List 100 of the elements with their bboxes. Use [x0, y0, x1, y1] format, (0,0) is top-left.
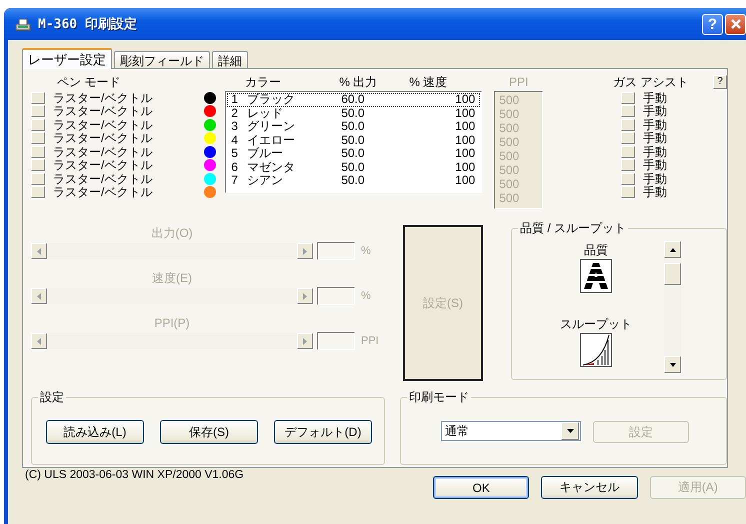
printer-icon: [14, 16, 32, 32]
left-arrow-icon: [37, 338, 41, 344]
value-field[interactable]: [317, 242, 355, 260]
right-arrow-icon: [303, 292, 307, 300]
pen-number: 1: [231, 94, 239, 106]
group-title: 設定: [38, 389, 66, 406]
tab[interactable]: レーザー設定: [22, 48, 112, 69]
value-field[interactable]: [317, 332, 355, 350]
left-arrow-icon: [37, 292, 41, 300]
unit-label: PPI: [361, 335, 379, 347]
output-value: 50.0: [341, 175, 366, 186]
gas-assist-label: 手動: [643, 105, 668, 118]
ppi-value: 500: [499, 191, 520, 205]
settings-action-button[interactable]: デフォルト(D): [274, 420, 372, 444]
toggle-button[interactable]: [31, 146, 45, 158]
color-name: マゼンタ: [247, 162, 296, 173]
close-icon: [730, 18, 742, 30]
output-value: 60.0: [341, 94, 366, 106]
toggle-button[interactable]: [621, 172, 636, 185]
speed-value: 100: [454, 121, 476, 132]
ppi-value: 500: [499, 149, 520, 163]
speed-value: 100: [454, 108, 476, 119]
pen-mode-label: ラスター/ベクトル: [53, 146, 152, 158]
throughput-label: スループット: [560, 316, 632, 333]
column-header: % 速度: [409, 75, 448, 91]
list-row[interactable]: 2 レッド 50.0 100: [227, 106, 480, 120]
toggle-button[interactable]: [621, 118, 636, 131]
ppi-value: 500: [499, 135, 520, 149]
ppi-value: 500: [499, 163, 520, 177]
scroll-thumb[interactable]: [664, 263, 681, 285]
color-name: レッド: [247, 108, 284, 119]
value-field[interactable]: [317, 287, 355, 305]
speed-value: 100: [454, 148, 476, 160]
list-row[interactable]: 3 グリーン 50.0 100: [227, 120, 480, 134]
group-title: 品質 / スループット: [518, 220, 628, 237]
scrollbar[interactable]: [664, 241, 681, 373]
close-button[interactable]: [725, 14, 746, 34]
toggle-button[interactable]: [31, 118, 45, 131]
toggle-button[interactable]: [621, 159, 636, 172]
gas-assist-label: 手動: [643, 118, 668, 131]
list-row[interactable]: 4 イエロー 50.0 100: [227, 134, 480, 147]
gas-assist-label: 手動: [643, 146, 668, 158]
output-value: 50.0: [341, 134, 366, 146]
column-header: % 出力: [339, 75, 378, 91]
dialog-button[interactable]: キャンセル: [541, 476, 638, 499]
tab[interactable]: 詳細: [212, 51, 248, 68]
dropdown-value: 通常: [444, 422, 470, 440]
right-arrow-icon: [303, 248, 307, 254]
tab[interactable]: 彫刻フィールド: [114, 51, 210, 68]
ppi-value: 500: [499, 121, 520, 135]
print-mode-dropdown[interactable]: 通常: [441, 421, 582, 441]
output-value: 50.0: [341, 121, 366, 132]
list-row[interactable]: 7 シアン 50.0 100: [227, 174, 480, 188]
list-row[interactable]: 6 マゼンタ 50.0 100: [227, 160, 480, 174]
pen-number: 6: [231, 162, 239, 173]
color-name: ブルー: [247, 148, 284, 160]
gas-assist-label: 手動: [643, 132, 668, 144]
toggle-button[interactable]: [621, 92, 636, 104]
down-arrow-icon: [670, 362, 676, 366]
color-name: グリーン: [247, 121, 296, 132]
slider-label: 速度(E): [151, 270, 193, 287]
settings-action-button[interactable]: 保存(S): [160, 420, 258, 444]
unit-label: %: [361, 290, 371, 302]
pen-number: 3: [231, 121, 239, 132]
toggle-button[interactable]: [31, 92, 45, 104]
column-header: PPI: [508, 75, 530, 91]
gas-assist-label: 手動: [643, 186, 668, 198]
dialog-button[interactable]: OK: [433, 476, 530, 499]
version-text: (C) ULS 2003-06-03 WIN XP/2000 V1.06G: [25, 469, 245, 481]
speed-value: 100: [454, 134, 476, 146]
help-button[interactable]: ?: [713, 75, 728, 89]
settings-action-button[interactable]: 読み込み(L): [46, 420, 144, 444]
output-value: 50.0: [341, 162, 366, 173]
toggle-button[interactable]: [31, 105, 45, 118]
dropdown-arrow-icon: [566, 429, 574, 433]
gas-assist-label: 手動: [643, 159, 668, 172]
pen-number: 2: [231, 108, 239, 119]
toggle-button[interactable]: [621, 132, 636, 144]
toggle-button[interactable]: [31, 132, 45, 144]
toggle-button[interactable]: [621, 146, 636, 158]
right-arrow-icon: [303, 338, 307, 344]
color-name: イエロー: [247, 134, 296, 146]
list-row[interactable]: 5 ブルー 50.0 100: [227, 147, 480, 160]
toggle-button[interactable]: [31, 186, 45, 198]
toggle-button[interactable]: [621, 105, 636, 118]
pen-list[interactable]: 1 ブラック 60.0 100 2 レッド 50.0 100 3 グリーン 50.0 100 4 イエロー 50.0 100 5 ブルー 50.0 100 6 マゼンタ 50.0 100 7 シアン 50.0 100: [225, 91, 482, 193]
toggle-button[interactable]: [621, 186, 636, 198]
toggle-button[interactable]: [31, 172, 45, 185]
toggle-button[interactable]: [31, 159, 45, 172]
pen-number: 5: [231, 148, 239, 160]
pen-mode-label: ラスター/ベクトル: [53, 172, 152, 185]
quality-label: 品質: [584, 242, 608, 259]
color-name: シアン: [247, 175, 284, 186]
pen-mode-label: ラスター/ベクトル: [53, 159, 152, 172]
pen-mode-label: ラスター/ベクトル: [53, 132, 152, 144]
list-row[interactable]: 1 ブラック 60.0 100: [227, 93, 480, 106]
gas-assist-label: 手動: [643, 92, 668, 104]
ppi-value: 500: [499, 107, 520, 121]
column-header: ペン モード: [56, 75, 122, 91]
left-arrow-icon: [37, 248, 41, 254]
